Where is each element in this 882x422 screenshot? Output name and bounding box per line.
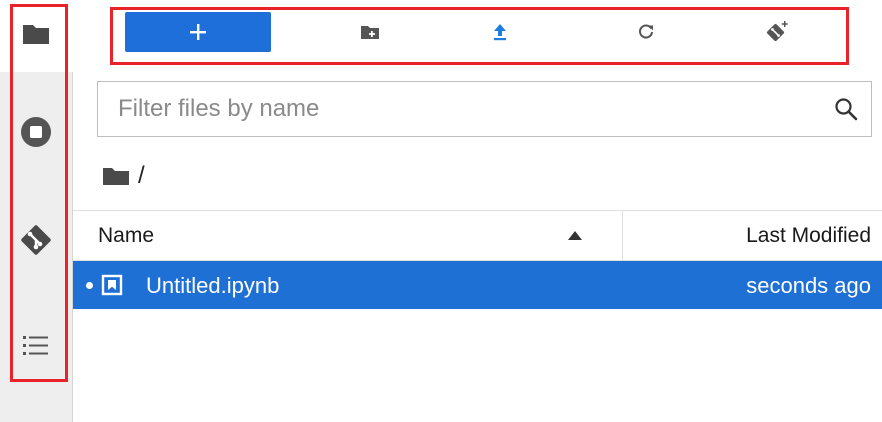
new-folder-icon bbox=[361, 26, 379, 39]
plus-icon bbox=[190, 24, 206, 40]
file-name: Untitled.ipynb bbox=[146, 273, 280, 298]
upload-button[interactable] bbox=[480, 12, 520, 52]
sidebar-item-git[interactable] bbox=[18, 222, 54, 258]
column-header-name[interactable]: Name bbox=[73, 211, 623, 260]
filter-box bbox=[97, 81, 872, 137]
file-last-modified: seconds ago bbox=[746, 273, 871, 298]
search-icon[interactable] bbox=[833, 96, 859, 122]
sidebar-item-running[interactable] bbox=[18, 114, 54, 150]
jupyterlab-file-browser: / Name Last Modified Untitled.ipynb seco… bbox=[0, 0, 882, 422]
listing-header: Name Last Modified bbox=[73, 210, 882, 261]
column-label-name: Name bbox=[98, 224, 155, 247]
file-row[interactable]: Untitled.ipynb seconds ago bbox=[73, 261, 882, 309]
new-launcher-button[interactable] bbox=[125, 12, 271, 52]
folder-icon[interactable] bbox=[102, 165, 130, 187]
file-browser-toolbar bbox=[113, 10, 846, 62]
git-clone-button[interactable] bbox=[758, 12, 798, 52]
left-sidebar bbox=[0, 0, 73, 422]
filter-files-input[interactable] bbox=[98, 82, 798, 136]
new-folder-button[interactable] bbox=[350, 12, 390, 52]
git-clone-icon bbox=[766, 21, 788, 42]
stop-circle-icon bbox=[21, 117, 51, 147]
git-icon bbox=[21, 225, 51, 255]
breadcrumb-root[interactable]: / bbox=[138, 162, 145, 190]
sidebar-item-file-browser[interactable] bbox=[18, 16, 54, 52]
column-header-last-modified[interactable]: Last Modified bbox=[623, 211, 882, 260]
folder-icon bbox=[23, 25, 49, 44]
column-label-last-modified: Last Modified bbox=[746, 224, 871, 247]
sidebar-item-table-of-contents[interactable] bbox=[18, 328, 54, 364]
sort-ascending-icon bbox=[568, 231, 582, 240]
notebook-icon bbox=[101, 274, 123, 296]
breadcrumb: / bbox=[102, 160, 145, 192]
upload-icon bbox=[494, 24, 506, 41]
refresh-icon bbox=[639, 24, 653, 39]
running-indicator bbox=[86, 282, 93, 289]
refresh-button[interactable] bbox=[626, 12, 666, 52]
list-icon bbox=[23, 336, 48, 355]
